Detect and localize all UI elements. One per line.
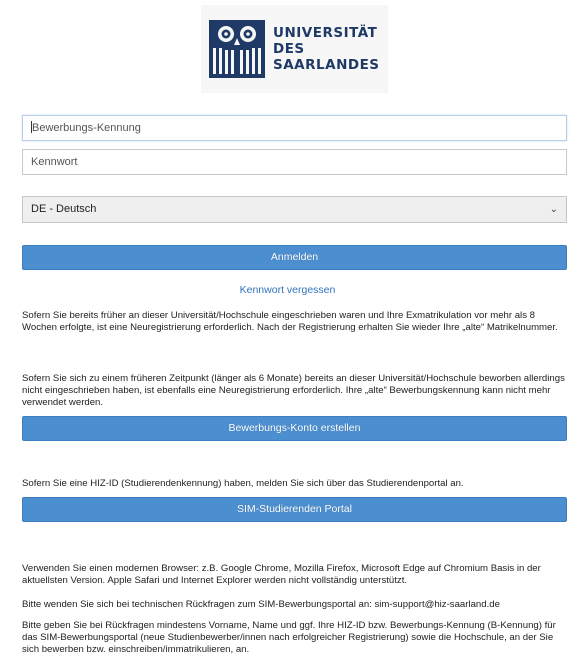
- info-paragraph-reapplication: Sofern Sie sich zu einem früheren Zeitpu…: [22, 373, 565, 408]
- logo-wordmark: UNIVERSITÄT DES SAARLANDES: [273, 25, 380, 73]
- info-paragraph-support: Bitte wenden Sie sich bei technischen Rü…: [22, 599, 500, 610]
- info-paragraph-reregistration: Sofern Sie bereits früher an dieser Univ…: [22, 310, 558, 333]
- info-paragraph-inquiries: Bitte geben Sie bei Rückfragen mindesten…: [22, 620, 556, 655]
- forgot-password-link[interactable]: Kennwort vergessen: [0, 284, 575, 296]
- username-placeholder: Bewerbungs-Kennung: [32, 122, 141, 134]
- logo-line-2: DES: [273, 41, 305, 57]
- login-button[interactable]: Anmelden: [22, 245, 567, 270]
- info-paragraph-hiz-id: Sofern Sie eine HIZ-ID (Studierendenkenn…: [22, 478, 464, 489]
- password-input[interactable]: Kennwort: [22, 149, 567, 175]
- username-input[interactable]: Bewerbungs-Kennung: [22, 115, 567, 141]
- language-select[interactable]: DE - Deutsch ⌄: [22, 196, 567, 223]
- owl-emblem-icon: [209, 20, 265, 78]
- create-account-button[interactable]: Bewerbungs-Konto erstellen: [22, 416, 567, 441]
- student-portal-button[interactable]: SIM-Studierenden Portal: [22, 497, 567, 522]
- language-selected-value: DE - Deutsch: [31, 203, 97, 215]
- chevron-down-icon: ⌄: [549, 204, 558, 215]
- university-logo: UNIVERSITÄT DES SAARLANDES: [201, 5, 388, 93]
- password-placeholder: Kennwort: [31, 156, 78, 168]
- text-caret: [31, 121, 32, 134]
- logo-line-3: SAARLANDES: [273, 57, 380, 73]
- logo-line-1: UNIVERSITÄT: [273, 25, 378, 41]
- info-paragraph-browser: Verwenden Sie einen modernen Browser: z.…: [22, 563, 541, 586]
